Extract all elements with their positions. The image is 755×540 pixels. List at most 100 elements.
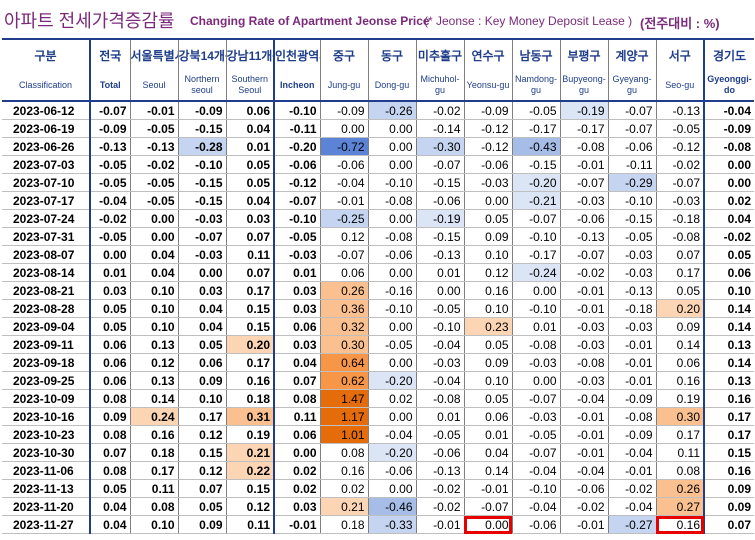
table-cell: 0.07 xyxy=(225,227,274,246)
table-cell: 0.09 xyxy=(703,497,754,516)
table-cell: 0.14 xyxy=(703,317,754,336)
table-cell: -0.09 xyxy=(319,101,368,120)
table-cell: 0.12 xyxy=(463,263,512,282)
table-row: 2023-11-20 0.04 0.08 0.05 0.12 0.03 0.21 -0.46-… xyxy=(2,497,754,516)
row-date: 2023-10-23 xyxy=(2,425,91,444)
row-date: 2023-06-19 xyxy=(2,119,91,138)
table-cell: -0.03 xyxy=(511,353,560,372)
table-cell: 0.09 xyxy=(703,479,754,498)
table-cell: -0.19 xyxy=(559,101,608,120)
table-cell: 0.30 xyxy=(655,407,704,426)
table-cell: 0.23 xyxy=(463,317,512,336)
row-date: 2023-06-26 xyxy=(2,137,91,156)
table-cell: -0.04 xyxy=(607,443,656,462)
row-date: 2023-11-20 xyxy=(2,497,91,516)
table-cell: -0.02 xyxy=(415,497,464,516)
table-cell: 0.04 xyxy=(177,317,226,336)
column-header-en: Northern seoul xyxy=(177,70,226,101)
table-cell: -0.17 xyxy=(511,119,560,138)
page-title: 아파트 전세가격증감률 xyxy=(4,11,175,31)
table-cell: -0.33 xyxy=(367,515,416,534)
column-header-ko: 연수구 xyxy=(463,39,512,70)
table-cell: -0.04 xyxy=(607,497,656,516)
table-cell: 0.09 xyxy=(90,407,130,426)
table-cell: -0.72 xyxy=(319,137,368,156)
table-cell: -0.07 xyxy=(177,227,226,246)
table-row: 2023-08-21 0.03 0.10 0.03 0.17 0.03 0.26 -0.16 0… xyxy=(2,281,754,300)
table-cell: -0.05 xyxy=(90,155,130,174)
column-header-en: Michuhol-gu xyxy=(415,70,464,101)
table-row: 2023-06-12 -0.07 -0.01 -0.09 0.06 -0.10 -0.09-… xyxy=(2,101,754,120)
table-cell: -0.09 xyxy=(607,389,656,408)
table-cell: 0.04 xyxy=(273,353,320,372)
table-cell: -0.15 xyxy=(607,209,656,228)
table-cell: 0.06 xyxy=(273,317,320,336)
table-cell: 0.16 xyxy=(463,281,512,300)
column-header-en: Southern Seoul xyxy=(225,70,274,101)
table-cell: 0.16 xyxy=(129,425,178,444)
table-row: 2023-11-06 0.08 0.17 0.12 0.22 0.02 0.16 -0.06-… xyxy=(2,461,754,480)
table-cell: -0.20 xyxy=(367,371,416,390)
table-cell: -0.20 xyxy=(511,173,560,192)
table-cell: -0.06 xyxy=(273,155,320,174)
table-cell: 0.17 xyxy=(129,461,178,480)
column-header-en: Total xyxy=(89,70,130,101)
table-cell: 0.20 xyxy=(655,299,704,318)
column-header-en: Incheon xyxy=(273,70,320,101)
table-cell: -0.11 xyxy=(607,155,656,174)
table-cell: 0.09 xyxy=(177,515,226,534)
table-cell: 0.05 xyxy=(225,173,274,192)
table-cell: 0.03 xyxy=(273,281,320,300)
table-cell: 0.08 xyxy=(655,461,704,480)
table-cell: -0.05 xyxy=(511,101,560,120)
table-cell: -0.13 xyxy=(655,101,704,120)
table-cell: -0.12 xyxy=(463,119,512,138)
table-cell: -0.03 xyxy=(559,335,608,354)
table-cell: 0.06 xyxy=(177,353,226,372)
table-cell: 0.04 xyxy=(703,209,754,228)
table-cell: 0.02 xyxy=(273,479,320,498)
table-cell: 0.17 xyxy=(225,281,274,300)
table-cell: -0.12 xyxy=(273,173,320,192)
table-cell: 0.13 xyxy=(129,371,178,390)
table-row: 2023-11-27 0.04 0.10 0.09 0.11 -0.01 0.18 -0.33… xyxy=(2,515,754,534)
table-cell: 0.10 xyxy=(463,245,512,264)
table-cell: 0.20 xyxy=(225,335,274,354)
table-cell: -0.03 xyxy=(559,191,608,210)
table-cell: 0.10 xyxy=(463,371,512,390)
table-row: 2023-08-07 0.00 0.04 -0.03 0.11 -0.03 -0.07 -0.… xyxy=(2,245,754,264)
table-cell: 0.36 xyxy=(319,299,368,318)
column-header-ko: 서구 xyxy=(655,39,704,70)
table-cell: 0.26 xyxy=(319,281,368,300)
table-cell: -0.20 xyxy=(273,137,320,156)
table-cell: -0.10 xyxy=(367,299,416,318)
table-cell: -0.05 xyxy=(273,227,320,246)
column-header-ko: 부평구 xyxy=(559,39,608,70)
row-date: 2023-10-16 xyxy=(2,407,91,426)
table-cell: 0.06 xyxy=(90,371,130,390)
table-cell: -0.07 xyxy=(511,389,560,408)
table-cell: -0.18 xyxy=(655,209,704,228)
table-row: 2023-07-17 -0.04 -0.05 -0.15 0.04 -0.07 -0.01-… xyxy=(2,191,754,210)
table-row: 2023-11-13 0.05 0.11 0.07 0.15 0.02 0.02 0.00 -0… xyxy=(2,479,754,498)
page-title-english: Changing Rate of Apartment Jeonse Price xyxy=(190,14,430,28)
column-header-ko: 인천광역시 xyxy=(273,39,320,70)
table-cell: -0.06 xyxy=(511,515,560,534)
table-cell: 0.13 xyxy=(703,335,754,354)
table-cell: -0.06 xyxy=(607,137,656,156)
column-header-en: Gyeyang-gu xyxy=(607,70,656,101)
table-cell: 0.02 xyxy=(273,461,320,480)
table-cell: -0.06 xyxy=(367,461,416,480)
table-cell: -0.10 xyxy=(273,101,320,120)
table-cell: 0.13 xyxy=(703,371,754,390)
table-cell: -0.11 xyxy=(273,119,320,138)
table-cell: -0.03 xyxy=(177,209,226,228)
table-cell: 0.08 xyxy=(319,443,368,462)
table-cell: 0.01 xyxy=(90,263,130,282)
table-cell: -0.08 xyxy=(559,137,608,156)
table-row: 2023-06-19 -0.09 -0.05 -0.15 0.04 -0.11 0.00 0.… xyxy=(2,119,754,138)
table-cell: 0.17 xyxy=(177,407,226,426)
table-cell: -0.28 xyxy=(177,137,226,156)
table-cell: -0.06 xyxy=(319,155,368,174)
table-cell: -0.03 xyxy=(607,245,656,264)
